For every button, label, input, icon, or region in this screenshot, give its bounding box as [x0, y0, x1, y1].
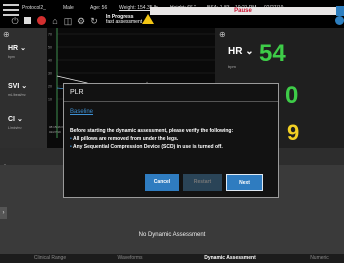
- hr-tile-label[interactable]: HR ⌄: [8, 44, 26, 52]
- power-icon[interactable]: ⏻: [10, 16, 20, 26]
- home-icon[interactable]: ⌂: [50, 16, 60, 26]
- info-icon[interactable]: [335, 16, 344, 25]
- camera-icon[interactable]: ◫: [63, 16, 73, 26]
- dialog-divider: [64, 101, 278, 102]
- add-parameter-icon[interactable]: ⊕: [3, 30, 10, 39]
- tab-dynamic-assessment[interactable]: Dynamic Assessment: [190, 254, 270, 263]
- hr-value: 54: [259, 40, 286, 67]
- y-tick-label: 70: [48, 33, 52, 37]
- hr-panel-label[interactable]: HR ⌄: [228, 46, 254, 57]
- dialog-bullet-2: • Any Sequential Compression Device (SCD…: [70, 144, 223, 150]
- hr-tile-unit: bpm: [8, 55, 15, 59]
- patient-sex: Male: [63, 5, 74, 11]
- y-tick-label: 40: [48, 59, 52, 63]
- ci-tile-label[interactable]: CI ⌄: [8, 115, 23, 123]
- patient-name[interactable]: Protocol2_: [22, 5, 46, 11]
- dialog-instruction: Before starting the dynamic assessment, …: [70, 128, 234, 134]
- dialog-bullet-1: • All pillows are removed from under the…: [70, 136, 179, 142]
- restart-button[interactable]: Restart: [183, 174, 222, 191]
- y-tick-label: 20: [48, 85, 52, 89]
- plr-dialog: PLR Baseline Before starting the dynamic…: [63, 83, 279, 198]
- assessment-status: In Progress fast assessment: [106, 14, 143, 25]
- x-timestamp-2: 02/27/19: [49, 130, 61, 134]
- settings-icon[interactable]: ⚙: [76, 16, 86, 26]
- bottom-tabs: Clinical Range Waveforms Dynamic Assessm…: [0, 254, 344, 263]
- y-tick-label: 30: [48, 72, 52, 76]
- alarm-silence-icon[interactable]: [37, 16, 46, 25]
- no-assessment-message: No Dynamic Assessment: [138, 232, 206, 238]
- alarm-flag-icon[interactable]: [336, 6, 344, 16]
- patient-age: Age: 56: [90, 5, 108, 11]
- status-banner: Pause: [150, 7, 336, 15]
- stop-icon[interactable]: [24, 17, 31, 24]
- svi-tile-label[interactable]: SVI ⌄: [8, 82, 27, 90]
- svi-tile-unit: mL/beat/m²: [8, 93, 26, 97]
- ci-tile-unit: L/min/m²: [8, 126, 22, 130]
- hr-panel-unit: bpm: [228, 64, 236, 69]
- y-tick-label: 10: [48, 98, 52, 102]
- dialog-title: PLR: [70, 89, 84, 96]
- tab-clinical-range[interactable]: Clinical Range: [20, 254, 80, 263]
- cancel-button[interactable]: Cancel: [145, 174, 179, 191]
- y-tick-label: 50: [48, 46, 52, 50]
- zero-icon[interactable]: ↻: [89, 16, 99, 26]
- ci-value: 9: [287, 120, 300, 145]
- tab-numeric[interactable]: Numeric: [295, 254, 344, 263]
- tab-waveforms[interactable]: Waveforms: [100, 254, 160, 263]
- svi-value: 0: [285, 82, 299, 109]
- warning-icon[interactable]: [142, 14, 154, 24]
- next-button[interactable]: Next: [226, 174, 263, 191]
- expand-chevron-icon[interactable]: ›: [0, 207, 7, 219]
- dialog-subtitle: Baseline: [70, 109, 94, 115]
- add-tile-icon[interactable]: ⊕: [219, 30, 226, 39]
